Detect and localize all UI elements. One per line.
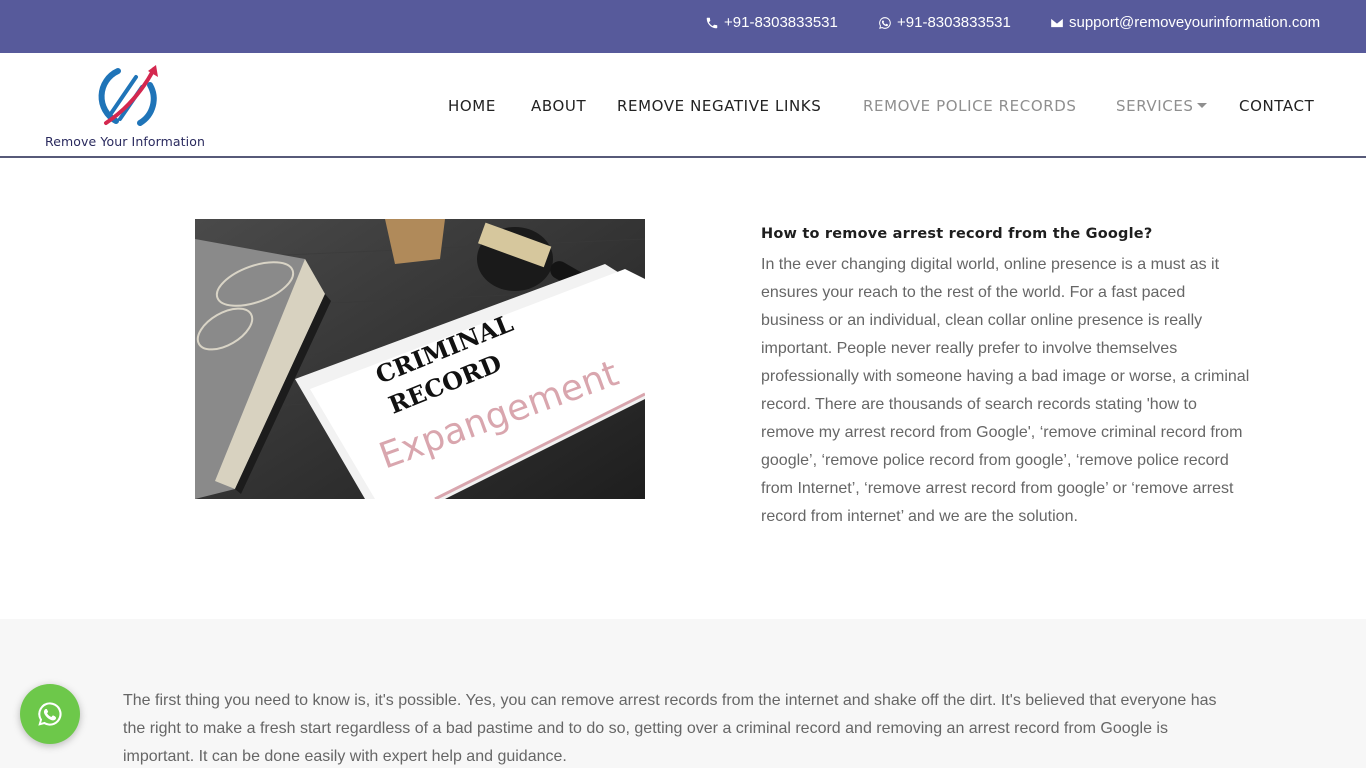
criminal-record-illustration: CRIMINAL RECORD Expangement bbox=[195, 219, 645, 499]
site-header: Remove Your Information HOME ABOUT REMOV… bbox=[0, 53, 1366, 158]
criminal-record-image: CRIMINAL RECORD Expangement bbox=[195, 219, 645, 499]
phone-link[interactable]: +91-8303833531 bbox=[705, 14, 838, 31]
article-body: In the ever changing digital world, onli… bbox=[761, 256, 1250, 525]
whatsapp-chat-button[interactable] bbox=[20, 684, 80, 744]
phone-icon bbox=[706, 17, 718, 28]
info-section: The first thing you need to know is, it'… bbox=[0, 619, 1366, 768]
chevron-down-icon bbox=[1196, 102, 1207, 108]
whatsapp-icon bbox=[879, 16, 891, 29]
article-heading: How to remove arrest record from the Goo… bbox=[761, 226, 1153, 242]
info-paragraph: The first thing you need to know is, it'… bbox=[123, 692, 1217, 765]
whatsapp-link[interactable]: +91-8303833531 bbox=[878, 14, 1011, 31]
nav-about[interactable]: ABOUT bbox=[531, 97, 586, 115]
nav-remove-negative-links[interactable]: REMOVE NEGATIVE LINKS bbox=[617, 97, 821, 115]
nav-services-label: SERVICES bbox=[1116, 97, 1194, 115]
top-contact-bar: +91-8303833531 +91-8303833531 support@re… bbox=[0, 0, 1366, 53]
whatsapp-icon bbox=[38, 702, 62, 726]
nav-home[interactable]: HOME bbox=[448, 97, 496, 115]
phone-number: +91-8303833531 bbox=[724, 14, 838, 31]
whatsapp-number: +91-8303833531 bbox=[897, 14, 1011, 31]
email-link[interactable]: support@removeyourinformation.com bbox=[1050, 14, 1320, 31]
nav-services[interactable]: SERVICES bbox=[1116, 97, 1207, 115]
nav-remove-police-records[interactable]: REMOVE POLICE RECORDS bbox=[863, 97, 1077, 115]
main-nav: HOME ABOUT REMOVE NEGATIVE LINKS REMOVE … bbox=[0, 97, 1366, 119]
nav-contact[interactable]: CONTACT bbox=[1239, 97, 1314, 115]
article-section: How to remove arrest record from the Goo… bbox=[761, 226, 1251, 531]
email-address: support@removeyourinformation.com bbox=[1069, 14, 1321, 31]
logo-wordmark: Remove Your Information bbox=[45, 134, 206, 149]
globe-arrow-logo-icon bbox=[98, 65, 158, 126]
envelope-icon bbox=[1051, 18, 1063, 27]
